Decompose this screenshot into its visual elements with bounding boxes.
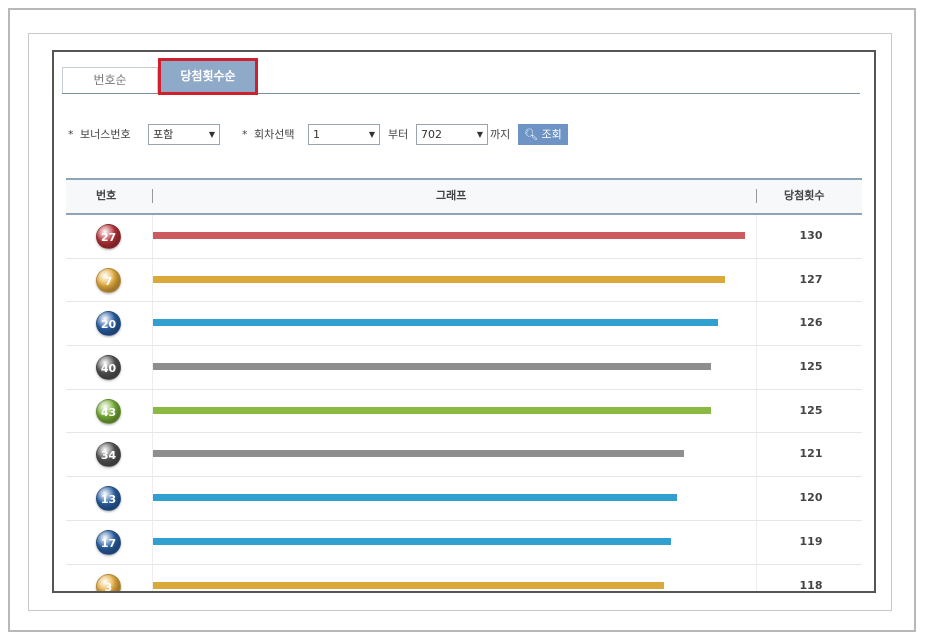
count-bar <box>153 581 664 589</box>
round-from-select[interactable]: 1 ▼ <box>308 124 380 145</box>
count-bar <box>153 275 725 283</box>
lotto-ball: 13 <box>96 486 121 512</box>
lotto-stats-panel: 번호순 당첨횟수순 * 보너스번호 포함 ▼ * 회차선택 1 ▼ 부터 702… <box>52 50 876 593</box>
header-graph: 그래프 <box>436 189 467 202</box>
from-label: 부터 <box>388 128 409 141</box>
header-divider <box>152 189 153 203</box>
header-count: 당첨횟수 <box>784 189 825 202</box>
win-count-table: 번호 그래프 당첨횟수 27 130 7 127 20 126 40 125 43 125 34 12… <box>66 178 862 592</box>
column-divider <box>756 346 757 389</box>
count-bar <box>153 232 745 239</box>
table-row: 13 120 <box>66 477 862 521</box>
win-count: 119 <box>799 534 823 548</box>
table-row: 17 119 <box>66 520 862 565</box>
column-divider <box>756 433 757 477</box>
header-number: 번호 <box>96 189 117 202</box>
table-body: 27 130 7 127 20 126 40 125 43 125 34 121 13 120 17 119 3… <box>66 215 862 592</box>
table-row: 27 130 <box>66 215 862 259</box>
table-header: 번호 그래프 당첨횟수 <box>66 178 862 215</box>
win-count: 120 <box>799 491 823 505</box>
column-divider <box>756 215 757 258</box>
table-row: 7 127 <box>66 258 862 303</box>
win-count: 125 <box>799 360 823 374</box>
search-icon: 🔍︎ <box>524 128 538 141</box>
win-count: 125 <box>799 403 823 417</box>
table-row: 40 125 <box>66 346 862 390</box>
bonus-label: 보너스번호 <box>80 128 131 141</box>
lotto-ball: 17 <box>96 529 121 555</box>
tab-number-order[interactable]: 번호순 <box>62 67 158 93</box>
win-count: 127 <box>799 272 823 286</box>
lotto-ball: 3 <box>96 573 121 591</box>
tab-win-count-order[interactable]: 당첨횟수순 <box>158 58 258 95</box>
round-to-value: 702 <box>421 128 442 141</box>
lotto-ball: 43 <box>96 398 121 424</box>
lotto-ball: 7 <box>96 267 121 293</box>
count-bar <box>153 494 677 502</box>
chevron-down-icon: ▼ <box>368 130 375 139</box>
bonus-select[interactable]: 포함 ▼ <box>148 124 220 145</box>
bonus-select-value: 포함 <box>153 128 174 141</box>
column-divider <box>756 520 757 564</box>
to-label: 까지 <box>490 128 511 141</box>
lotto-ball: 40 <box>96 355 121 381</box>
win-count: 118 <box>799 578 823 592</box>
lotto-ball: 20 <box>96 311 121 337</box>
column-divider <box>756 302 757 346</box>
column-divider <box>756 564 757 591</box>
required-mark: * <box>68 128 74 141</box>
table-row: 34 121 <box>66 433 862 478</box>
search-button[interactable]: 🔍︎ 조회 <box>518 124 568 145</box>
win-count: 121 <box>799 447 823 461</box>
column-divider <box>756 477 757 520</box>
count-bar <box>153 537 671 545</box>
round-from-value: 1 <box>313 128 320 141</box>
round-label: 회차선택 <box>254 128 295 141</box>
table-row: 3 118 <box>66 564 862 592</box>
table-row: 20 126 <box>66 302 862 347</box>
count-bar <box>153 319 718 327</box>
win-count: 130 <box>799 229 823 242</box>
round-to-select[interactable]: 702 ▼ <box>416 124 488 145</box>
win-count: 126 <box>799 316 823 330</box>
chevron-down-icon: ▼ <box>208 130 215 139</box>
lotto-ball: 34 <box>96 442 121 468</box>
header-divider <box>756 189 757 203</box>
count-bar <box>153 406 711 414</box>
count-bar <box>153 450 684 458</box>
column-divider <box>152 564 153 591</box>
required-mark: * <box>242 128 248 141</box>
column-divider <box>756 258 757 302</box>
search-button-label: 조회 <box>541 128 562 141</box>
lotto-ball: 27 <box>96 224 121 249</box>
count-bar <box>153 363 711 371</box>
column-divider <box>756 389 757 433</box>
table-row: 43 125 <box>66 389 862 434</box>
chevron-down-icon: ▼ <box>476 130 483 139</box>
tab-bar: 번호순 당첨횟수순 <box>62 58 860 95</box>
